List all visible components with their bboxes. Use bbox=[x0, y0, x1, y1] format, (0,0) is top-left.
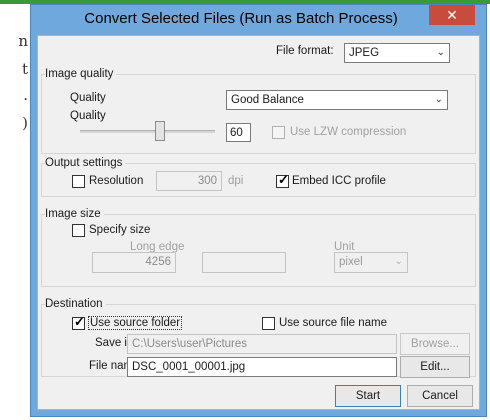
file-format-select[interactable]: JPEG ⌄ bbox=[344, 43, 450, 63]
use-source-file-name-checkbox[interactable] bbox=[262, 317, 275, 330]
resolution-label: Resolution bbox=[89, 175, 144, 187]
quality-slider-track[interactable] bbox=[80, 130, 215, 133]
chevron-down-icon: ⌄ bbox=[436, 47, 445, 58]
quality-preset-value: Good Balance bbox=[231, 94, 304, 106]
background-char: n bbox=[18, 32, 28, 50]
file-format-value: JPEG bbox=[349, 47, 380, 59]
background-char: . bbox=[23, 86, 28, 104]
dialog-title: Convert Selected Files (Run as Batch Pro… bbox=[84, 10, 398, 27]
quality-preset-label: Quality bbox=[70, 92, 106, 104]
unit-value: pixel bbox=[339, 256, 363, 268]
quality-value-input[interactable]: 60 bbox=[226, 123, 251, 142]
use-source-file-name-label: Use source file name bbox=[279, 317, 388, 329]
dialog-title-bar[interactable]: Convert Selected Files (Run as Batch Pro… bbox=[31, 5, 486, 31]
lzw-checkbox[interactable] bbox=[272, 126, 285, 139]
destination-title: Destination bbox=[45, 298, 106, 310]
short-edge-input[interactable] bbox=[202, 252, 286, 273]
quality-preset-select[interactable]: Good Balance ⌄ bbox=[226, 90, 448, 110]
image-size-title: Image size bbox=[45, 208, 104, 220]
use-source-folder-label: Use source folder bbox=[88, 316, 183, 330]
file-format-label: File format: bbox=[276, 45, 334, 57]
browse-button[interactable]: Browse... bbox=[400, 333, 470, 355]
resolution-unit: dpi bbox=[228, 175, 244, 187]
use-source-folder-checkbox[interactable]: ✓ bbox=[72, 314, 85, 330]
output-settings-title: Output settings bbox=[45, 157, 126, 169]
embed-icc-checkbox[interactable]: ✓ bbox=[276, 172, 289, 188]
background-window-text: n t . ) bbox=[0, 4, 30, 420]
close-button[interactable]: ✕ bbox=[429, 5, 475, 25]
close-icon: ✕ bbox=[446, 7, 458, 23]
convert-dialog: Convert Selected Files (Run as Batch Pro… bbox=[30, 4, 487, 417]
specify-size-checkbox[interactable] bbox=[72, 224, 85, 237]
image-quality-title: Image quality bbox=[45, 68, 117, 80]
resolution-checkbox[interactable] bbox=[72, 175, 85, 188]
chevron-down-icon: ⌄ bbox=[394, 256, 403, 267]
quality-slider-label: Quality bbox=[70, 110, 106, 122]
dialog-client-area: File format: JPEG ⌄ Image quality Qualit… bbox=[37, 35, 480, 410]
long-edge-input[interactable]: 4256 bbox=[92, 252, 176, 273]
background-char: ) bbox=[22, 114, 28, 132]
file-name-input[interactable]: DSC_0001_00001.jpg bbox=[127, 357, 397, 377]
edit-button[interactable]: Edit... bbox=[400, 356, 470, 378]
checkmark-icon: ✓ bbox=[74, 314, 85, 329]
save-in-input[interactable]: C:\Users\user\Pictures bbox=[127, 334, 397, 354]
cancel-button[interactable]: Cancel bbox=[407, 385, 473, 407]
lzw-label: Use LZW compression bbox=[290, 126, 407, 138]
background-char: t bbox=[21, 60, 28, 78]
unit-select[interactable]: pixel ⌄ bbox=[334, 252, 408, 273]
image-quality-group bbox=[41, 74, 476, 154]
specify-size-label: Specify size bbox=[89, 224, 151, 236]
resolution-input[interactable]: 300 bbox=[156, 171, 222, 191]
embed-icc-label: Embed ICC profile bbox=[292, 175, 386, 187]
chevron-down-icon: ⌄ bbox=[434, 94, 443, 105]
quality-slider-thumb[interactable] bbox=[155, 121, 165, 141]
checkmark-icon: ✓ bbox=[278, 172, 289, 187]
start-button[interactable]: Start bbox=[335, 385, 401, 407]
